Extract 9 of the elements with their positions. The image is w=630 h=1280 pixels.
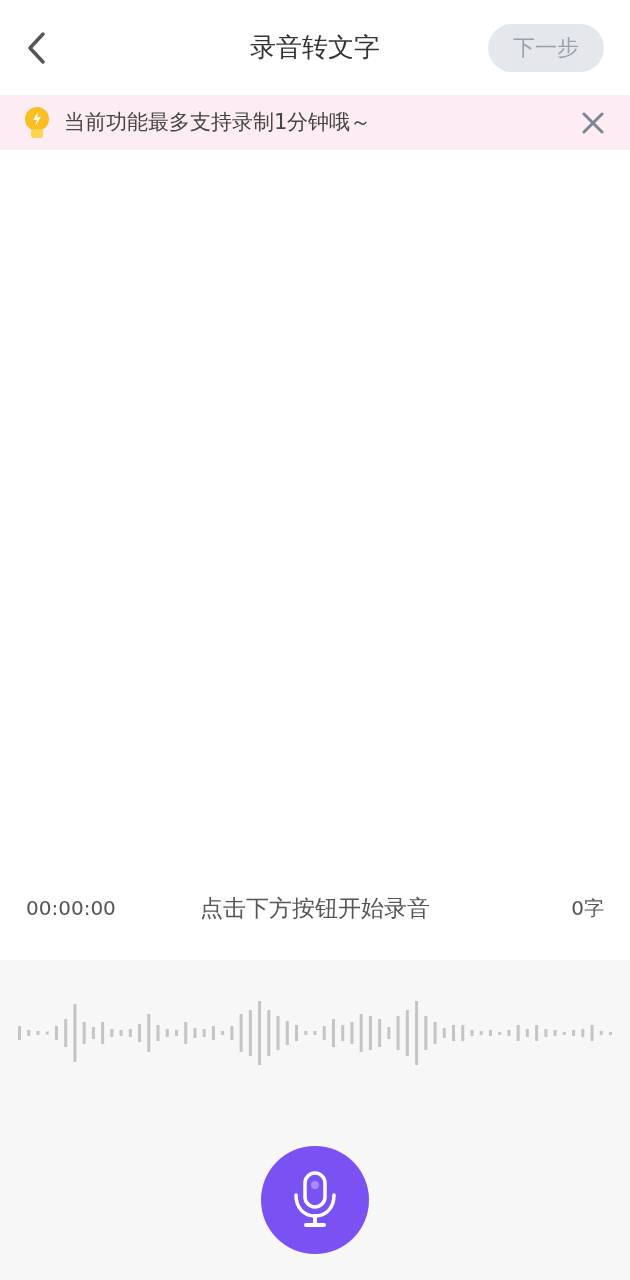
microphone-icon	[291, 1170, 339, 1230]
page-title: 录音转文字	[250, 31, 380, 64]
elapsed-time: 00:00:00	[26, 895, 117, 922]
character-count: 0字	[570, 895, 604, 922]
back-icon	[26, 30, 46, 65]
hint-text: 点击下方按钮开始录音	[200, 893, 430, 923]
close-icon	[582, 111, 604, 134]
notice-text: 当前功能最多支持录制1分钟哦～	[64, 108, 373, 136]
lightbulb-icon	[22, 105, 52, 140]
